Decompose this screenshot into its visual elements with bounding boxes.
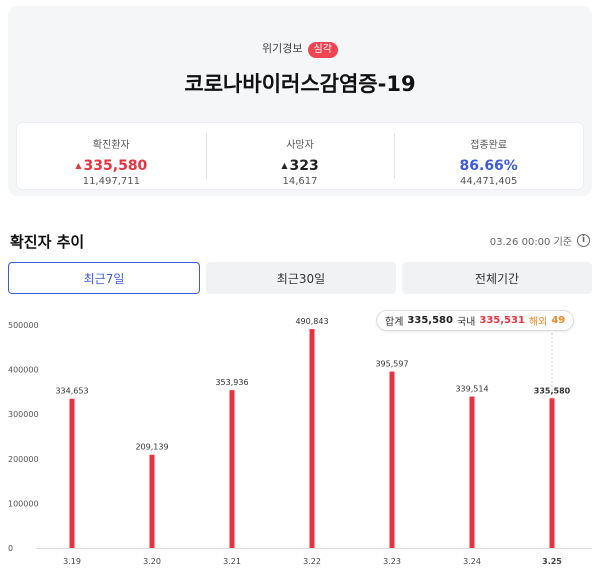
period-tabs: 최근7일 최근30일 전체기간	[8, 262, 592, 294]
alert-row: 위기경보 심각	[8, 40, 592, 58]
bar-data-label: 353,936	[215, 378, 248, 387]
tooltip-domestic-value: 335,531	[479, 315, 525, 326]
tooltip-abroad-label: 해외	[528, 317, 548, 328]
x-tick-label: 3.24	[463, 557, 481, 566]
stat-value: 86.66%	[459, 158, 518, 174]
y-tick-label: 200000	[8, 455, 39, 464]
tooltip-total-label: 합계	[385, 317, 404, 328]
stat-vaccinated: 접종완료 86.66% 44,471,405	[394, 123, 583, 189]
x-tick-label: 3.21	[223, 557, 241, 566]
stat-confirmed: 확진환자 ▲ 335,580 11,497,711	[17, 123, 206, 189]
x-tick-label: 3.22	[303, 557, 321, 566]
chart-tooltip: 합계 335,580 국내 335,531 해외 49	[376, 310, 575, 331]
tab-recent-7-days[interactable]: 최근7일	[8, 262, 200, 294]
bar-3.21	[229, 390, 235, 548]
tooltip-abroad-value: 49	[551, 315, 566, 326]
bar-data-label: 490,843	[295, 317, 328, 326]
x-tick-label: 3.19	[63, 557, 81, 566]
stat-total: 44,471,405	[460, 176, 518, 187]
stat-deaths: 사망자 ▲ 323 14,617	[205, 123, 395, 189]
stats-panel: 확진환자 ▲ 335,580 11,497,711 사망자 ▲ 323 14,617…	[16, 122, 584, 190]
info-icon[interactable]: i	[577, 234, 590, 247]
bar-data-label: 395,597	[375, 360, 408, 369]
tooltip-total-value: 335,580	[407, 315, 453, 326]
y-tick-label: 0	[8, 544, 13, 553]
stat-label: 사망자	[286, 140, 314, 151]
y-tick-label: 100000	[8, 499, 39, 508]
bar-data-label: 209,139	[135, 443, 168, 452]
stat-total: 14,617	[282, 176, 318, 187]
triangle-up-icon: ▲	[75, 161, 82, 170]
alert-level-badge: 심각	[307, 42, 338, 58]
section-title: 확진자 추이	[10, 233, 85, 251]
x-tick-label: 3.20	[143, 557, 161, 566]
stat-value: ▲ 323	[281, 158, 319, 174]
y-tick-label: 400000	[8, 366, 39, 375]
stat-label: 접종완료	[470, 140, 508, 151]
y-tick-label: 300000	[8, 410, 39, 419]
tab-recent-30-days[interactable]: 최근30일	[206, 262, 396, 294]
confirmed-cases-bar-chart: 0 100000 200000 300000 400000 500000 334,653 3.…	[8, 317, 592, 566]
stat-total: 11,497,711	[82, 176, 140, 187]
bar-3.22	[309, 329, 315, 548]
tooltip-domestic-label: 국내	[456, 317, 476, 328]
bar-data-label: 335,580	[534, 386, 571, 395]
bar-3.19	[69, 398, 75, 548]
bar-3.25	[549, 398, 555, 548]
stat-value: ▲ 335,580	[75, 158, 148, 174]
alert-label: 위기경보	[262, 42, 303, 55]
bar-data-label: 339,514	[455, 385, 488, 394]
summary-card: 위기경보 심각 코로나바이러스감염증-19 확진환자 ▲ 335,580 11,49…	[8, 6, 592, 196]
bar-3.20	[149, 454, 155, 548]
stat-label: 확진환자	[92, 140, 130, 151]
bar-3.23	[389, 371, 395, 548]
triangle-up-icon: ▲	[281, 161, 288, 170]
as-of-timestamp: 03.26 00:00 기준 i	[490, 233, 590, 248]
page-title: 코로나바이러스감염증-19	[184, 72, 416, 96]
bar-data-label: 334,653	[55, 387, 88, 396]
x-tick-label: 3.23	[383, 557, 401, 566]
bar-3.24	[469, 396, 475, 548]
y-tick-label: 500000	[8, 321, 39, 330]
x-tick-label: 3.25	[542, 557, 562, 566]
tab-all-period[interactable]: 전체기간	[402, 262, 592, 294]
